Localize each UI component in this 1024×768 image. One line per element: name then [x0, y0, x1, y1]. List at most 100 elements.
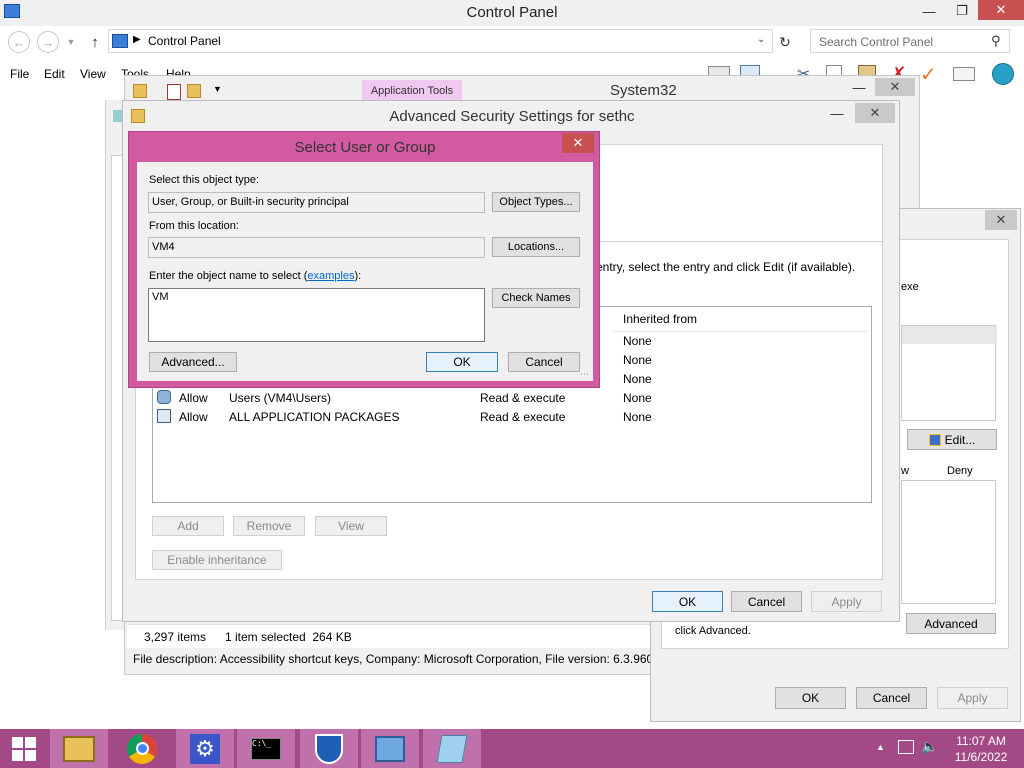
check-names-button[interactable]: Check Names — [492, 288, 580, 308]
address-bar[interactable]: ▶ Control Panel ⌄ — [108, 29, 773, 53]
enter-object-name-label: Enter the object name to select (example… — [149, 270, 361, 282]
object-name-input[interactable]: VM — [148, 288, 485, 342]
object-types-button[interactable]: Object Types... — [492, 192, 580, 212]
new-folder-icon[interactable] — [187, 84, 201, 98]
close-button[interactable]: ✕ — [978, 0, 1024, 20]
breadcrumb-arrow-icon: ▶ — [133, 34, 141, 45]
row-5-access: Read & execute — [480, 410, 566, 424]
advanced-security-minimize-button[interactable]: — — [823, 103, 851, 123]
properties-exe-text: exe — [901, 281, 919, 293]
row-1-inherited: None — [623, 334, 652, 348]
globe-icon[interactable] — [992, 63, 1014, 85]
table-row[interactable]: Allow ALL APPLICATION PACKAGES Read & ex… — [154, 407, 870, 426]
windows-logo-icon — [12, 736, 36, 761]
tray-clock-date[interactable]: 11/6/2022 — [950, 750, 1012, 764]
location-field: VM4 — [148, 237, 485, 258]
select-ok-button[interactable]: OK — [426, 352, 498, 372]
taskbar-security-icon[interactable] — [300, 729, 358, 768]
advanced-security-title: Advanced Security Settings for sethc — [389, 108, 635, 125]
control-panel-title: Control Panel — [466, 4, 558, 21]
menu-file[interactable]: File — [10, 67, 29, 81]
search-icon: ⚲ — [991, 33, 1001, 48]
remove-button[interactable]: Remove — [233, 516, 305, 536]
restore-button[interactable]: ❐ — [948, 0, 976, 22]
col-inherited-from[interactable]: Inherited from — [623, 312, 697, 326]
status-items-count: 3,297 items — [144, 630, 207, 644]
ribbon-tab-application-tools[interactable]: Application Tools — [362, 80, 462, 102]
properties-permissions-list — [901, 480, 996, 604]
row-3-inherited: None — [623, 372, 652, 386]
row-4-principal: Users (VM4\Users) — [229, 391, 332, 405]
row-4-type: Allow — [179, 391, 208, 405]
properties-deny-header: Deny — [947, 465, 973, 477]
select-advanced-button[interactable]: Advanced... — [149, 352, 237, 372]
properties-group-list[interactable] — [901, 325, 997, 421]
tray-volume-icon[interactable]: 🔈 — [921, 738, 938, 755]
properties-doc-icon[interactable] — [167, 84, 181, 100]
row-5-principal: ALL APPLICATION PACKAGES — [229, 410, 400, 424]
checkmark-icon[interactable]: ✓ — [920, 62, 937, 87]
recent-dropdown-icon[interactable]: ▼ — [64, 34, 78, 50]
row-4-inherited: None — [623, 391, 652, 405]
view-button[interactable]: View — [315, 516, 387, 536]
row-4-access: Read & execute — [480, 391, 566, 405]
control-panel-titlebar: Control Panel — ❐ ✕ — [0, 0, 1024, 26]
properties-ok-button[interactable]: OK — [775, 687, 846, 709]
properties-edit-button[interactable]: Edit... — [907, 429, 997, 450]
shield-icon — [928, 433, 941, 446]
enter-label-prefix: Enter the object name to select ( — [149, 270, 308, 282]
properties-cancel-button[interactable]: Cancel — [856, 687, 927, 709]
list-header-divider — [613, 331, 867, 332]
select-user-dialog: Select User or Group ✕ Select this objec… — [128, 131, 600, 388]
table-row[interactable]: Allow Users (VM4\Users) Read & execute N… — [154, 388, 870, 407]
taskbar-notepad-icon[interactable] — [423, 729, 481, 768]
taskbar-chrome-icon[interactable] — [113, 729, 171, 768]
refresh-icon[interactable]: ↻ — [775, 32, 795, 52]
system32-close-button[interactable]: ✕ — [875, 78, 915, 96]
properties-edit-label: Edit... — [944, 432, 976, 447]
start-button[interactable] — [0, 729, 48, 768]
properties-apply-button[interactable]: Apply — [937, 687, 1008, 709]
location-label: From this location: — [149, 220, 239, 232]
taskbar-settings-icon[interactable]: ⚙ — [176, 729, 234, 768]
object-type-label: Select this object type: — [149, 174, 260, 186]
taskbar-cmd-icon[interactable]: C:\_ — [237, 729, 295, 768]
row-5-type: Allow — [179, 410, 208, 424]
properties-advanced-button[interactable]: Advanced — [906, 613, 996, 634]
file-description: File description: Accessibility shortcut… — [133, 652, 660, 666]
menu-edit[interactable]: Edit — [44, 67, 65, 81]
back-icon[interactable]: ← — [8, 31, 30, 53]
advanced-security-cancel-button[interactable]: Cancel — [731, 591, 802, 612]
customize-dropdown-icon[interactable]: ▼ — [213, 84, 222, 94]
select-user-close-button[interactable]: ✕ — [562, 133, 594, 153]
up-icon[interactable]: ↑ — [86, 32, 104, 52]
tray-show-hidden-icon[interactable]: ▲ — [876, 742, 885, 752]
menu-view[interactable]: View — [80, 67, 106, 81]
address-text: Control Panel — [148, 34, 221, 48]
search-placeholder: Search Control Panel — [819, 35, 934, 49]
advanced-security-apply-button[interactable]: Apply — [811, 591, 882, 612]
resize-grip-icon[interactable]: ⋯ — [580, 369, 589, 380]
address-dropdown-icon[interactable]: ⌄ — [757, 34, 765, 45]
select-cancel-button[interactable]: Cancel — [508, 352, 580, 372]
search-input[interactable]: Search Control Panel ⚲ — [810, 29, 1010, 53]
properties-icon[interactable] — [953, 67, 975, 81]
object-type-field: User, Group, or Built-in security princi… — [148, 192, 485, 213]
forward-icon[interactable]: → — [37, 31, 59, 53]
enable-inheritance-button[interactable]: Enable inheritance — [152, 550, 282, 570]
examples-link[interactable]: examples — [307, 270, 354, 282]
tray-network-icon[interactable] — [898, 740, 914, 754]
folder-icon[interactable] — [133, 84, 147, 98]
properties-close-button[interactable]: ✕ — [985, 210, 1017, 230]
advanced-security-close-button[interactable]: ✕ — [855, 103, 895, 123]
add-button[interactable]: Add — [152, 516, 224, 536]
row-2-inherited: None — [623, 353, 652, 367]
properties-allow-fragment: w — [901, 465, 909, 477]
locations-button[interactable]: Locations... — [492, 237, 580, 257]
system32-minimize-button[interactable]: — — [849, 78, 869, 96]
tray-clock-time[interactable]: 11:07 AM — [950, 734, 1012, 748]
minimize-button[interactable]: — — [915, 0, 943, 22]
taskbar-file-explorer-icon[interactable] — [50, 729, 108, 768]
taskbar-control-panel-icon[interactable] — [361, 729, 419, 768]
advanced-security-ok-button[interactable]: OK — [652, 591, 723, 612]
